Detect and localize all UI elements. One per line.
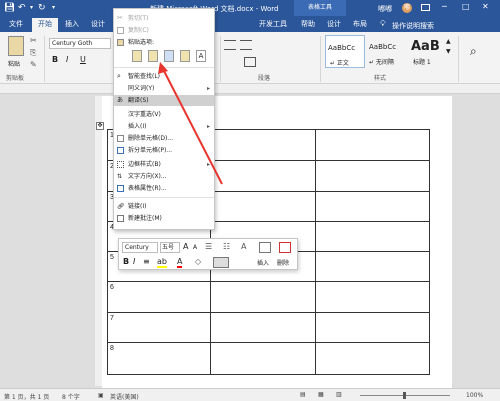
read-mode-icon[interactable]: ▤ [300,391,306,398]
status-bar: 第 1 页，共 1 页 8 个字 ▣ 英语(美国) ▤ ▦ ▥ 100% [0,388,500,401]
word-count[interactable]: 8 个字 [62,392,80,401]
page-count[interactable]: 第 1 页，共 1 页 [4,392,49,401]
annotation-arrow [158,62,223,185]
web-layout-icon[interactable]: ▥ [336,391,342,398]
proofing-icon[interactable]: ▣ [98,392,104,399]
print-layout-icon[interactable]: ▦ [318,391,324,398]
language[interactable]: 英语(美国) [110,392,139,401]
zoom-level[interactable]: 100% [466,392,483,399]
zoom-slider-thumb[interactable] [403,392,406,399]
